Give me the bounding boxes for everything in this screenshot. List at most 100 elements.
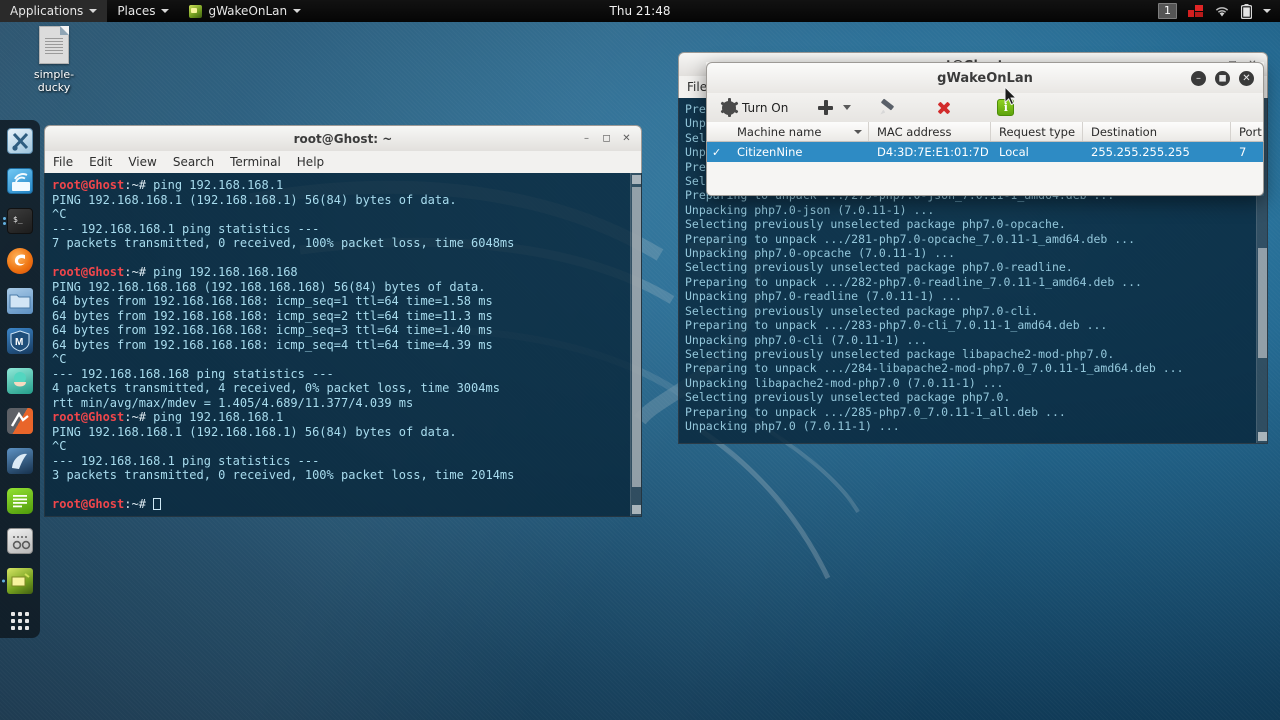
terminal-output[interactable]: root@Ghost:~# ping 192.168.168.1 PING 192… bbox=[44, 173, 642, 517]
background-terminal-line: Selecting previously unselected package … bbox=[685, 346, 1115, 361]
background-terminal-line: Selecting previously unselected package … bbox=[685, 303, 1039, 318]
menu-item-file[interactable]: File bbox=[53, 155, 73, 169]
wireless-attack-icon[interactable] bbox=[7, 168, 33, 194]
column-header-destination[interactable]: Destination bbox=[1083, 122, 1231, 141]
terminal-output-line: 64 bytes from 192.168.168.168: icmp_seq=… bbox=[52, 294, 493, 308]
maximize-icon[interactable]: ◻ bbox=[601, 133, 612, 144]
cell-machine-name: CitizenNine bbox=[737, 145, 803, 159]
terminal-scrollbar[interactable] bbox=[630, 173, 641, 516]
places-menu-label: Places bbox=[117, 4, 156, 18]
terminal-command-line: root@Ghost:~# bbox=[52, 497, 627, 512]
terminal-output-line: --- 192.168.168.1 ping statistics --- bbox=[52, 453, 320, 468]
terminal-prompt-path: :~# bbox=[124, 178, 154, 192]
gwakeonlan-title: gWakeOnLan bbox=[937, 70, 1033, 86]
wireshark-icon[interactable] bbox=[7, 528, 33, 554]
menu-item-edit[interactable]: Edit bbox=[89, 155, 112, 169]
gwakeonlan-window-controls: – ◼ ✕ bbox=[1191, 70, 1263, 86]
active-application-label: gWakeOnLan bbox=[208, 4, 288, 18]
machine-row-checkbox[interactable]: ✓ bbox=[707, 142, 729, 162]
workspace-pager[interactable]: 1 bbox=[1158, 3, 1177, 19]
minimize-icon[interactable]: – bbox=[581, 133, 592, 144]
terminal-command-line: root@Ghost:~# ping 192.168.168.168 bbox=[52, 265, 627, 280]
cell-request-type: Local bbox=[999, 145, 1029, 159]
network-wifi-icon[interactable] bbox=[1214, 5, 1230, 18]
machine-table-body[interactable]: ✓ CitizenNine D4:3D:7E:E1:01:7D Local 255.25… bbox=[706, 142, 1264, 196]
terminal-output-line: PING 192.168.168.168 (192.168.168.168) 5… bbox=[52, 279, 486, 294]
column-header-machine-name[interactable]: Machine name bbox=[729, 122, 869, 141]
column-header-mac-address[interactable]: MAC address bbox=[869, 122, 991, 141]
column-header-port-nr[interactable]: Port NR bbox=[1231, 122, 1263, 141]
terminal-command-text: ping 192.168.168.1 bbox=[153, 178, 284, 192]
terminal-prompt-user: root@Ghost bbox=[52, 410, 125, 424]
add-options-dropdown[interactable] bbox=[839, 96, 855, 120]
terminal-output-line: 4 packets transmitted, 4 received, 0% pa… bbox=[52, 381, 500, 395]
close-icon[interactable]: ✕ bbox=[1239, 70, 1254, 86]
maximize-icon[interactable]: ◼ bbox=[1215, 70, 1230, 86]
check-icon: ✓ bbox=[712, 145, 722, 159]
maltego-icon[interactable] bbox=[7, 448, 33, 474]
close-x-icon bbox=[937, 101, 951, 115]
svg-text:M: M bbox=[15, 337, 23, 348]
battery-icon[interactable] bbox=[1241, 3, 1252, 19]
desktop-icon-label-line1: simple- bbox=[33, 68, 75, 81]
terminal-output-line: rtt min/avg/max/mdev = 1.405/4.689/11.37… bbox=[52, 395, 414, 410]
background-terminal-line: Unpacking php7.0-opcache (7.0.11-1) ... bbox=[685, 246, 956, 261]
chevron-down-icon bbox=[293, 9, 302, 13]
beef-icon[interactable] bbox=[7, 408, 33, 434]
terminal-prompt-path: :~# bbox=[124, 497, 154, 511]
text-editor-icon[interactable] bbox=[7, 488, 33, 514]
menu-item-search[interactable]: Search bbox=[173, 155, 214, 169]
applications-menu[interactable]: Applications bbox=[0, 0, 108, 22]
about-button[interactable]: i bbox=[991, 96, 1020, 120]
firefox-icon[interactable] bbox=[7, 248, 33, 274]
background-terminal-line: Preparing to unpack .../281-php7.0-opcac… bbox=[685, 231, 1136, 246]
terminal-output-line: 64 bytes from 192.168.168.168: icmp_seq=… bbox=[52, 337, 493, 352]
background-terminal-line: Unpacking php7.0-cli (7.0.11-1) ... bbox=[685, 332, 928, 347]
gwakeonlan-icon[interactable] bbox=[2, 568, 33, 594]
turn-on-button[interactable]: Turn On bbox=[716, 96, 794, 120]
machine-row[interactable]: ✓ CitizenNine D4:3D:7E:E1:01:7D Local 255.25… bbox=[707, 142, 1263, 162]
tools-icon[interactable] bbox=[7, 128, 33, 154]
gwakeonlan-window[interactable]: gWakeOnLan – ◼ ✕ Turn On i Machine name … bbox=[706, 62, 1264, 196]
metasploit-icon[interactable]: M bbox=[7, 328, 33, 354]
gwakeonlan-icon bbox=[189, 4, 203, 18]
delete-machine-button[interactable] bbox=[931, 96, 957, 120]
notification-icon[interactable] bbox=[1188, 4, 1203, 18]
terminal-output-line: 64 bytes from 192.168.168.168: icmp_seq=… bbox=[52, 323, 493, 337]
menu-item-file[interactable]: File bbox=[687, 80, 707, 94]
terminal-menubar: File Edit View Search Terminal Help bbox=[44, 151, 642, 173]
column-header-request-type[interactable]: Request type bbox=[991, 122, 1083, 141]
active-application-menu[interactable]: gWakeOnLan bbox=[179, 0, 311, 22]
terminal-output-line: ^C bbox=[52, 207, 67, 221]
desktop-icon-simple-ducky[interactable]: simple- ducky bbox=[24, 26, 84, 94]
terminal-titlebar[interactable]: root@Ghost: ~ – ◻ ✕ bbox=[44, 125, 642, 151]
system-menu-caret-icon[interactable] bbox=[1263, 9, 1271, 13]
running-indicator bbox=[3, 215, 6, 227]
menu-item-help[interactable]: Help bbox=[297, 155, 324, 169]
add-machine-button[interactable] bbox=[812, 96, 839, 120]
menu-item-view[interactable]: View bbox=[128, 155, 156, 169]
terminal-icon[interactable]: $_ bbox=[3, 208, 33, 234]
background-terminal-line: Selecting previously unselected package … bbox=[685, 390, 1011, 405]
places-menu[interactable]: Places bbox=[107, 0, 179, 22]
close-icon[interactable]: ✕ bbox=[621, 133, 632, 144]
minimize-icon[interactable]: – bbox=[1191, 70, 1206, 86]
terminal-window-controls: – ◻ ✕ bbox=[581, 133, 641, 144]
edit-machine-button[interactable] bbox=[873, 96, 901, 120]
column-header-label: Port NR bbox=[1239, 124, 1263, 139]
terminal-window[interactable]: root@Ghost: ~ – ◻ ✕ File Edit View Searc… bbox=[44, 125, 642, 517]
chevron-down-icon bbox=[89, 9, 98, 13]
terminal-command-line: root@Ghost:~# ping 192.168.168.1 bbox=[52, 178, 627, 193]
cell-port-nr: 7 bbox=[1239, 145, 1247, 159]
menu-item-terminal[interactable]: Terminal bbox=[230, 155, 281, 169]
show-applications-button[interactable] bbox=[11, 612, 29, 630]
terminal-output-line: PING 192.168.168.1 (192.168.168.1) 56(84… bbox=[52, 424, 457, 439]
gwakeonlan-titlebar[interactable]: gWakeOnLan – ◼ ✕ bbox=[706, 62, 1264, 93]
text-file-icon bbox=[39, 26, 69, 64]
file-manager-icon[interactable] bbox=[7, 288, 33, 314]
burpsuite-icon[interactable] bbox=[7, 368, 33, 394]
info-icon: i bbox=[997, 99, 1015, 116]
column-header-label: Request type bbox=[999, 124, 1076, 139]
terminal-output-line: --- 192.168.168.1 ping statistics --- bbox=[52, 221, 320, 236]
